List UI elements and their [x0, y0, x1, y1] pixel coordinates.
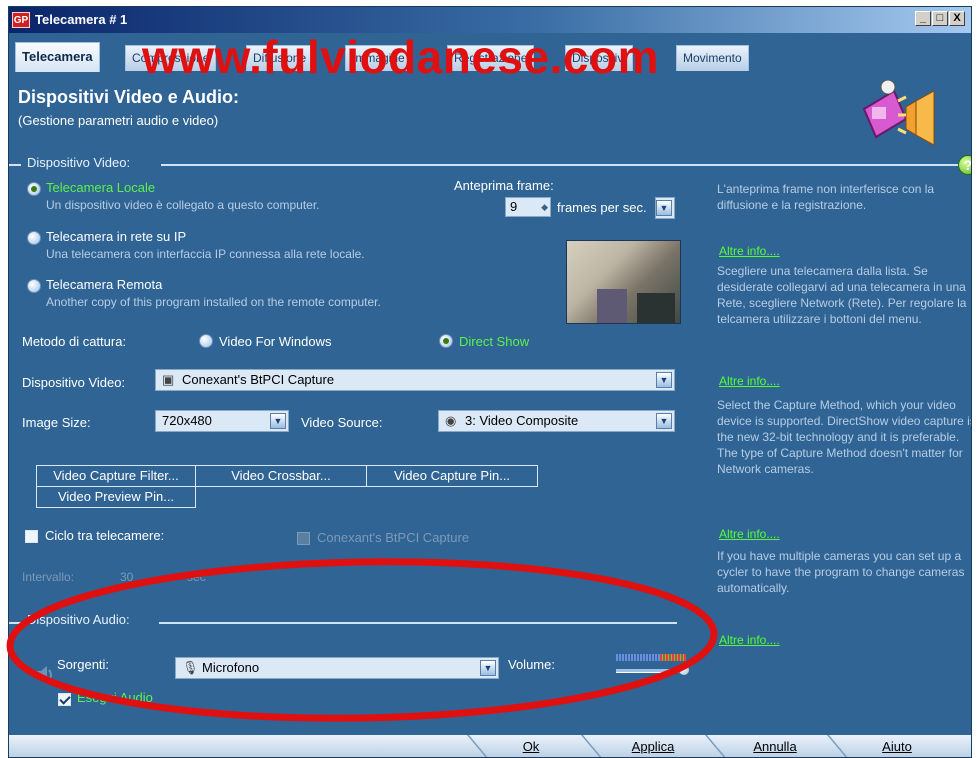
preview-frame-label: Anteprima frame:	[454, 178, 554, 193]
option-telecamera-remota[interactable]: Telecamera Remota	[46, 277, 162, 292]
footer-bar: Ok Applica Annulla Aiuto	[9, 735, 971, 757]
audio-sources-label: Sorgenti:	[57, 657, 110, 672]
image-size-select[interactable]: 720x480 ▼	[155, 410, 289, 432]
interval-value[interactable]: 30	[120, 570, 133, 584]
page-title: Dispositivi Video e Audio:	[18, 87, 240, 107]
watermark-text: www.fulviodanese.com	[142, 31, 659, 83]
radio-video-for-windows[interactable]	[199, 334, 213, 348]
tab-bar: Telecamera Compressione Diffusione Immag…	[9, 31, 971, 83]
cycle-cameras-checkbox[interactable]	[25, 530, 38, 543]
minimize-button[interactable]: _	[915, 11, 931, 26]
more-info-link-1[interactable]: Altre info....	[719, 244, 780, 258]
interval-label: Intervallo:	[22, 570, 75, 584]
chevron-down-icon[interactable]: ▼	[656, 200, 672, 216]
option-telecamera-ip[interactable]: Telecamera in rete su IP	[46, 229, 186, 244]
ok-button[interactable]: Ok	[487, 735, 575, 757]
option-telecamera-locale[interactable]: Telecamera Locale	[46, 180, 155, 195]
video-capture-pin-button[interactable]: Video Capture Pin...	[366, 465, 538, 487]
video-source-select[interactable]: ◉ 3: Video Composite ▼	[438, 410, 675, 432]
speaker-icon	[36, 666, 52, 684]
video-device-value: Conexant's BtPCI Capture	[182, 372, 335, 387]
radio-telecamera-locale[interactable]	[27, 182, 41, 196]
more-info-link-4[interactable]: Altre info....	[719, 633, 780, 647]
app-icon: GP	[12, 12, 30, 28]
frame-rate-value: 9	[510, 199, 518, 214]
radio-telecamera-ip[interactable]	[27, 231, 41, 245]
option-direct-show[interactable]: Direct Show	[459, 334, 529, 349]
more-info-link-2[interactable]: Altre info....	[719, 374, 780, 388]
info-text-cycler: If you have multiple cameras you can set…	[717, 549, 965, 595]
capture-device-icon: ▣	[162, 372, 175, 387]
maximize-button[interactable]: □	[932, 11, 948, 26]
video-capture-filter-button[interactable]: Video Capture Filter...	[36, 465, 196, 487]
play-audio-checkbox[interactable]	[58, 693, 71, 706]
interval-unit: sec	[187, 570, 206, 584]
volume-label: Volume:	[508, 657, 555, 672]
option-telecamera-remota-desc: Another copy of this program installed o…	[46, 295, 381, 309]
spin-arrows-icon[interactable]: ◆	[541, 198, 548, 216]
help-icon[interactable]: ?	[958, 155, 971, 175]
image-size-label: Image Size:	[22, 415, 91, 430]
video-crossbar-button[interactable]: Video Crossbar...	[195, 465, 367, 487]
option-video-for-windows[interactable]: Video For Windows	[219, 334, 331, 349]
cycle-camera-item-checkbox[interactable]	[297, 532, 310, 545]
play-audio-label: Esegui Audio	[77, 690, 153, 705]
audio-section-title: Dispositivo Audio:	[27, 612, 130, 627]
chevron-down-icon[interactable]: ▼	[656, 413, 672, 429]
video-source-icon: ◉	[445, 413, 457, 428]
cycle-cameras-label: Ciclo tra telecamere:	[45, 528, 165, 543]
radio-telecamera-remota[interactable]	[27, 279, 41, 293]
tab-movimento[interactable]: Movimento	[676, 45, 749, 71]
volume-slider-knob[interactable]	[678, 664, 691, 676]
settings-window: GP Telecamera # 1 _ □ X Telecamera Compr…	[8, 6, 972, 758]
camera-preview-image	[566, 240, 681, 324]
tab-telecamera[interactable]: Telecamera	[15, 42, 100, 72]
frame-rate-spinner[interactable]: 9 ◆	[505, 197, 551, 217]
video-source-value: 3: Video Composite	[465, 413, 579, 428]
page-subtitle: (Gestione parametri audio e video)	[18, 113, 219, 128]
chevron-down-icon[interactable]: ▼	[656, 372, 672, 388]
camera-speaker-icon	[862, 79, 935, 146]
audio-section-line-left	[9, 622, 21, 624]
frame-rate-unit: frames per sec.	[557, 200, 647, 215]
microphone-icon: 🎙	[182, 660, 199, 675]
image-size-value: 720x480	[162, 413, 212, 428]
cancel-button[interactable]: Annulla	[725, 735, 825, 757]
chevron-down-icon[interactable]: ▼	[480, 660, 496, 676]
more-info-link-3[interactable]: Altre info....	[719, 527, 780, 541]
radio-direct-show[interactable]	[439, 334, 453, 348]
frame-rate-dropdown[interactable]: ▼	[655, 197, 675, 219]
video-section-line-left	[9, 164, 21, 166]
cycle-camera-item-label: Conexant's BtPCI Capture	[317, 530, 470, 545]
window-title: Telecamera # 1	[35, 12, 128, 27]
audio-section-line-right	[159, 622, 677, 624]
video-device-select[interactable]: ▣ Conexant's BtPCI Capture ▼	[155, 369, 675, 391]
video-section-line-right	[161, 164, 958, 166]
capture-method-label: Metodo di cattura:	[22, 334, 127, 349]
video-preview-pin-button[interactable]: Video Preview Pin...	[36, 486, 196, 508]
close-button[interactable]: X	[949, 11, 965, 26]
video-source-label: Video Source:	[301, 415, 383, 430]
audio-source-select[interactable]: 🎙 Microfono ▼	[175, 657, 499, 679]
chevron-down-icon[interactable]: ▼	[270, 413, 286, 429]
option-telecamera-locale-desc: Un dispositivo video è collegato a quest…	[46, 198, 320, 212]
info-text-preview: L'anteprima frame non interferisce con l…	[717, 182, 935, 212]
info-text-camera: Scegliere una telecamera dalla lista. Se…	[717, 264, 967, 326]
audio-source-value: Microfono	[202, 660, 260, 675]
apply-button[interactable]: Applica	[603, 735, 703, 757]
volume-slider-track[interactable]	[616, 669, 688, 673]
help-button[interactable]: Aiuto	[847, 735, 947, 757]
video-section-title: Dispositivo Video:	[27, 155, 131, 170]
video-device-label: Dispositivo Video:	[22, 375, 126, 390]
info-text-capture: Select the Capture Method, which your vi…	[717, 398, 972, 476]
volume-level-meter	[616, 654, 686, 661]
option-telecamera-ip-desc: Una telecamera con interfaccia IP connes…	[46, 247, 365, 261]
